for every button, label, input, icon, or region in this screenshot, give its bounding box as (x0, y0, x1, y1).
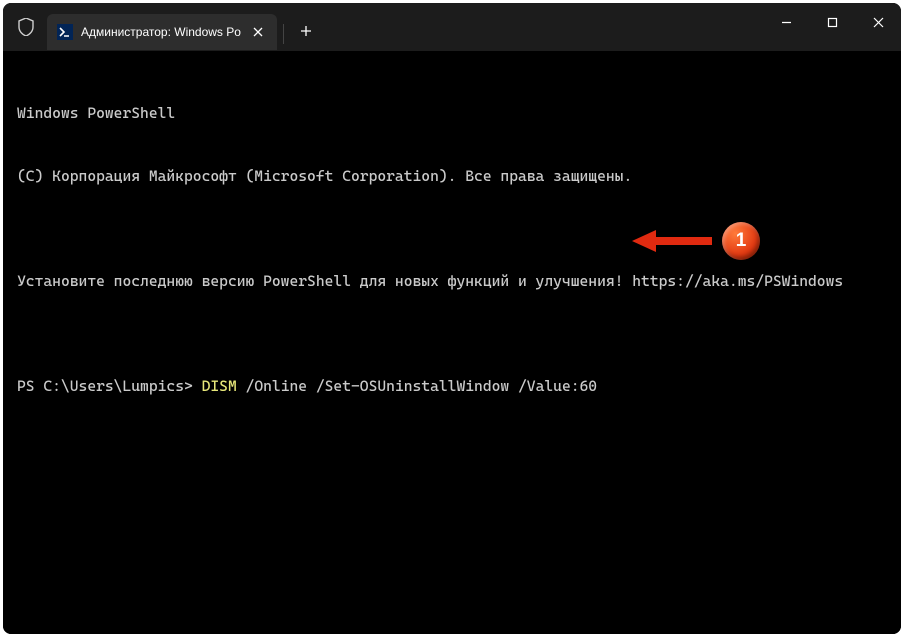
terminal-window: Администратор: Windows Po (3, 3, 901, 634)
window-controls (763, 3, 901, 41)
callout-number: 1 (722, 222, 760, 260)
output-line: Установите последнюю версию PowerShell д… (17, 271, 887, 292)
prompt-line: PS C:\Users\Lumpics> DISM /Online /Set-O… (17, 376, 887, 397)
tab-title: Администратор: Windows Po (81, 25, 241, 39)
titlebar: Администратор: Windows Po (3, 3, 901, 51)
tab-separator (283, 24, 284, 44)
titlebar-left: Администратор: Windows Po (3, 3, 322, 51)
terminal-body[interactable]: Windows PowerShell (C) Корпорация Майкро… (3, 51, 901, 634)
minimize-button[interactable] (763, 3, 809, 41)
output-line: Windows PowerShell (17, 103, 887, 124)
command-args: /Online /Set-OSUninstallWindow /Value:60 (246, 377, 598, 395)
active-tab[interactable]: Администратор: Windows Po (47, 14, 277, 50)
arrow-icon (630, 224, 716, 258)
prompt-path: PS C:\Users\Lumpics> (17, 377, 202, 395)
plus-icon (300, 25, 312, 37)
maximize-button[interactable] (809, 3, 855, 41)
tab-close-button[interactable] (249, 23, 267, 41)
annotation-callout: 1 (630, 222, 760, 260)
minimize-icon (781, 17, 792, 28)
admin-shield-icon (17, 17, 35, 37)
new-tab-button[interactable] (290, 15, 322, 47)
maximize-icon (827, 17, 838, 28)
close-window-button[interactable] (855, 3, 901, 41)
powershell-icon (57, 24, 73, 40)
close-icon (253, 27, 263, 37)
close-icon (873, 17, 884, 28)
output-line: (C) Корпорация Майкрософт (Microsoft Cor… (17, 166, 887, 187)
command-keyword: DISM (202, 377, 246, 395)
